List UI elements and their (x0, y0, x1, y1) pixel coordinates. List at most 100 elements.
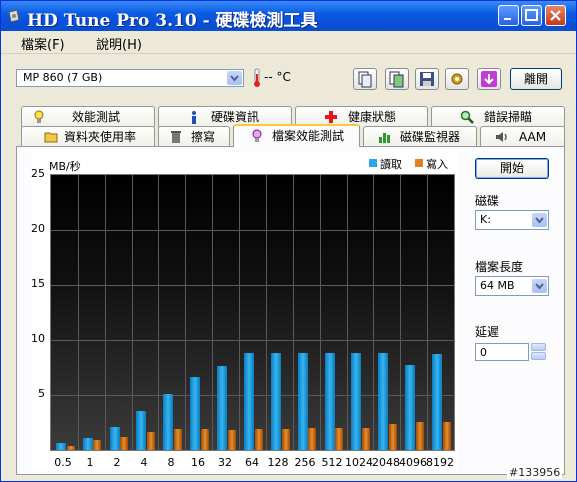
tab-label: AAM (519, 130, 547, 144)
read-bar (190, 377, 200, 450)
x-tick-label: 0.5 (54, 456, 72, 469)
x-tick-label: 8 (167, 456, 175, 469)
grid-vline (266, 175, 267, 450)
download-icon (481, 71, 497, 87)
grid-vline (293, 175, 294, 450)
bar-chart-icon (379, 133, 390, 143)
chevron-down-icon (230, 75, 239, 82)
grid-hline (51, 340, 454, 341)
download-button[interactable] (477, 68, 501, 90)
read-bar (110, 427, 120, 450)
tab-disk-monitor[interactable]: 磁碟監視器 (363, 126, 477, 147)
copy-screenshot-button[interactable] (385, 68, 409, 90)
drive-select[interactable]: MP 860 (7 GB) (16, 69, 244, 87)
read-bar (325, 353, 335, 450)
read-bar (217, 366, 227, 450)
tab-label: 效能測試 (72, 110, 121, 124)
grid-vline (347, 175, 348, 450)
legend-read-swatch (369, 159, 377, 167)
folder-icon (44, 132, 58, 143)
write-bar (120, 437, 128, 450)
x-tick-label: 8192 (426, 456, 454, 469)
write-bar (308, 428, 316, 450)
delay-value: 0 (480, 346, 487, 359)
write-bar (174, 429, 182, 450)
disk-select[interactable]: K: (475, 210, 549, 230)
tab-aam[interactable]: AAM (480, 126, 565, 147)
app-window: HD Tune Pro 3.10 - 硬碟檢測工具 檔案(F) 說明(H) MP… (0, 0, 577, 482)
read-bar (351, 353, 361, 450)
spin-down-icon[interactable] (531, 352, 546, 360)
read-bar (244, 353, 254, 450)
title-bar[interactable]: HD Tune Pro 3.10 - 硬碟檢測工具 (1, 1, 576, 31)
read-bar (405, 365, 415, 450)
file-length-select[interactable]: 64 MB (475, 276, 549, 296)
read-bar (163, 394, 173, 450)
options-icon (451, 73, 463, 85)
maximize-button[interactable] (521, 5, 542, 26)
write-bar (362, 428, 370, 450)
menu-help[interactable]: 說明(H) (96, 34, 142, 53)
grid-vline (239, 175, 240, 450)
save-button[interactable] (415, 68, 439, 90)
y-tick-label: 20 (31, 222, 45, 235)
spin-up-icon[interactable] (531, 343, 546, 351)
x-tick-label: 128 (267, 456, 289, 469)
tab-benchmark[interactable]: 效能測試 (21, 106, 155, 127)
write-bar (201, 429, 209, 450)
read-bar (298, 353, 308, 450)
write-bar (147, 432, 155, 450)
file-length-value: 64 MB (480, 279, 515, 292)
tab-error-scan[interactable]: 錯誤掃瞄 (431, 106, 565, 127)
file-length-dropdown-button[interactable] (532, 279, 547, 293)
read-bar (271, 353, 281, 450)
menu-bar: 檔案(F) 說明(H) (1, 31, 576, 54)
tab-erase[interactable]: 擦寫 (158, 126, 230, 147)
y-tick-label: 10 (31, 332, 45, 345)
tab-file-benchmark[interactable]: 檔案效能測試 (233, 124, 360, 147)
drive-dropdown-button[interactable] (227, 71, 242, 85)
lightbulb-icon (252, 129, 262, 142)
write-bar (255, 429, 263, 450)
delay-label: 延遲 (475, 325, 500, 339)
write-bar (93, 440, 101, 450)
legend-read: 讀取 (380, 158, 402, 171)
y-axis-label: MB/秒 (49, 160, 81, 173)
tab-label: 擦寫 (191, 130, 216, 144)
toolbar: MP 860 (7 GB) -- °C 離開 (1, 54, 576, 100)
tab-folder-usage[interactable]: 資料夾使用率 (21, 126, 155, 147)
tab-label: 錯誤掃瞄 (484, 110, 533, 124)
start-button[interactable]: 開始 (475, 158, 549, 179)
lightbulb-icon (34, 110, 44, 123)
x-tick-label: 1024 (345, 456, 373, 469)
maximize-icon (525, 9, 538, 21)
minimize-icon (504, 18, 511, 20)
magnifier-icon (460, 110, 474, 124)
x-tick-label: 32 (218, 456, 232, 469)
x-tick-label: 2 (113, 456, 121, 469)
read-bar (56, 443, 66, 450)
grid-vline (212, 175, 213, 450)
disk-select-value: K: (480, 213, 491, 226)
delay-spinner-input[interactable]: 0 (475, 343, 529, 361)
x-tick-label: 512 (321, 456, 343, 469)
drive-select-value: MP 860 (7 GB) (23, 71, 103, 84)
legend-write-swatch (415, 159, 423, 167)
file-length-label: 檔案長度 (475, 260, 524, 274)
delay-spinner-buttons[interactable] (531, 343, 546, 361)
x-tick-label: 4096 (399, 456, 427, 469)
disk-dropdown-button[interactable] (532, 213, 547, 227)
minimize-button[interactable] (498, 5, 519, 26)
grid-vline (320, 175, 321, 450)
x-tick-label: 4 (140, 456, 148, 469)
window-title: HD Tune Pro 3.10 - 硬碟檢測工具 (27, 11, 318, 31)
exit-button[interactable]: 離開 (510, 68, 562, 90)
info-icon (192, 111, 196, 124)
close-button[interactable] (545, 5, 566, 26)
copy-text-button[interactable] (353, 68, 377, 90)
write-bar (228, 430, 236, 450)
grid-vline (185, 175, 186, 450)
options-button[interactable] (445, 68, 469, 90)
y-tick-label: 5 (38, 387, 45, 400)
menu-file[interactable]: 檔案(F) (21, 34, 65, 53)
